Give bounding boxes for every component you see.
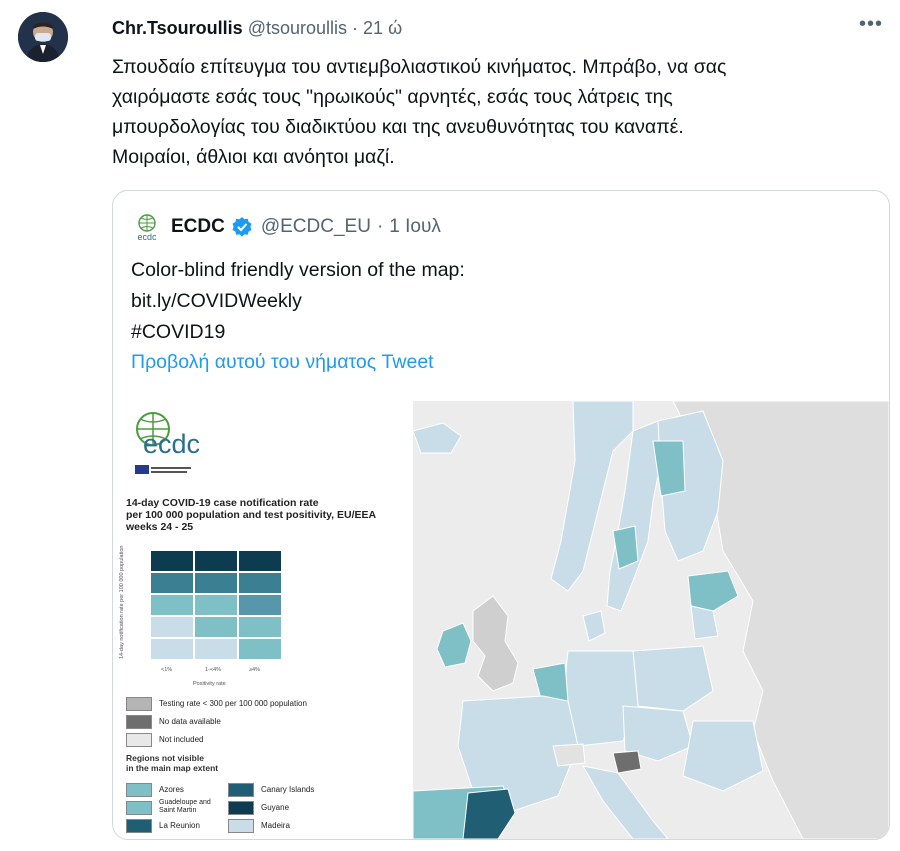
- grid-cell: [239, 617, 281, 637]
- ecdc-logo-text: ecdc: [143, 429, 201, 459]
- quoted-line: #COVID19: [131, 321, 226, 343]
- region-label: La Reunion: [159, 821, 200, 830]
- region-swatch: [126, 819, 152, 833]
- tweet-header: Chr.Tsouroullis @tsouroullis · 21 ώ: [112, 18, 402, 39]
- regions-title-line: Regions not visible: [126, 753, 204, 763]
- tweet-text: Σπουδαίο επίτευγμα του αντιεμβολιαστικού…: [112, 52, 882, 172]
- grid-cell: [239, 595, 281, 615]
- quoted-author-handle[interactable]: @ECDC_EU: [261, 216, 371, 238]
- grid-cell: [195, 551, 237, 571]
- regions-title: Regions not visible in the main map exte…: [126, 753, 218, 773]
- map-title-line: per 100 000 population and test positivi…: [126, 509, 377, 521]
- author-name[interactable]: Chr.Tsouroullis: [112, 18, 243, 38]
- map-title: 14-day COVID-19 case notification rate p…: [126, 497, 376, 533]
- quoted-tweet-header: ecdc ECDC @ECDC_EU · 1 Ιουλ: [131, 211, 441, 243]
- region-swatch: [228, 801, 254, 815]
- quoted-tweet-time[interactable]: 1 Ιουλ: [389, 216, 441, 238]
- author-avatar[interactable]: [18, 12, 68, 62]
- grid-cell: [151, 551, 193, 571]
- show-thread-link[interactable]: Προβολή αυτού του νήματος Tweet: [131, 351, 434, 374]
- map-title-line: 14-day COVID-19 case notification rate: [126, 497, 319, 509]
- grid-cell: [239, 551, 281, 571]
- regions-title-line: in the main map extent: [126, 763, 219, 773]
- svg-text:ecdc: ecdc: [137, 232, 157, 242]
- quoted-line: Color-blind friendly version of the map:: [131, 259, 465, 281]
- region-swatch: [126, 801, 152, 815]
- region-swatch: [228, 783, 254, 797]
- x-tick: <1%: [161, 667, 173, 673]
- legend-swatch: [126, 733, 152, 747]
- map-legend-panel: ecdc 14-day COVID-19 case notification r…: [113, 401, 413, 839]
- legend-swatch: [126, 715, 152, 729]
- tweet-time[interactable]: 21 ώ: [363, 18, 402, 38]
- x-tick: ≥4%: [249, 667, 260, 673]
- tweet-line: Μοιραίοι, άθλιοι και ανόητοι μαζί.: [112, 146, 395, 168]
- region-label: Guyane: [261, 803, 290, 812]
- grid-cell: [195, 573, 237, 593]
- grid-cell: [195, 617, 237, 637]
- y-axis-label: 14-day notification rate per 100 000 pop…: [119, 545, 125, 659]
- grid-cell: [239, 639, 281, 659]
- quoted-tweet[interactable]: ecdc ECDC @ECDC_EU · 1 Ιουλ Color-blind …: [112, 190, 890, 840]
- grid-cell: [151, 617, 193, 637]
- ecdc-avatar-icon[interactable]: ecdc: [131, 211, 163, 243]
- quoted-tweet-text: Color-blind friendly version of the map:…: [131, 255, 465, 348]
- header-separator: ·: [352, 18, 359, 38]
- avatar-photo: [18, 12, 68, 62]
- legend-swatch: [126, 697, 152, 711]
- region-label: Canary Islands: [261, 785, 315, 794]
- grid-cell: [151, 595, 193, 615]
- region-swatch: [126, 783, 152, 797]
- verified-badge-icon: [232, 217, 252, 237]
- region-swatch: [228, 819, 254, 833]
- attached-map-image[interactable]: ecdc 14-day COVID-19 case notification r…: [113, 401, 889, 839]
- more-options-icon[interactable]: •••: [856, 14, 886, 38]
- region-label: Madeira: [261, 821, 290, 830]
- region-label: Guadeloupe and Saint Martin: [159, 799, 211, 814]
- grid-cell: [195, 639, 237, 659]
- bivariate-color-grid: [151, 551, 281, 663]
- grid-cell: [195, 595, 237, 615]
- quoted-line: bit.ly/COVIDWeekly: [131, 290, 302, 312]
- tweet-line: μπουρδολογίας του διαδικτύου και της ανε…: [112, 116, 684, 138]
- author-handle[interactable]: @tsouroullis: [248, 18, 347, 38]
- grid-cell: [151, 573, 193, 593]
- x-tick: 1-<4%: [205, 667, 222, 673]
- quoted-separator: ·: [376, 216, 384, 237]
- quoted-author-name[interactable]: ECDC: [171, 216, 225, 238]
- legend-label: Not included: [159, 735, 204, 744]
- grid-cell: [239, 573, 281, 593]
- tweet-line: χαιρόμαστε εσάς τους "ηρωικούς" αρνητές,…: [112, 86, 673, 108]
- tweet-line: Σπουδαίο επίτευγμα του αντιεμβολιαστικού…: [112, 56, 727, 78]
- x-axis-label: Positivity rate: [193, 681, 226, 687]
- legend-label: Testing rate < 300 per 100 000 populatio…: [159, 699, 307, 708]
- region-label: Azores: [159, 785, 184, 794]
- map-title-line: weeks 24 - 25: [126, 521, 194, 533]
- grid-cell: [151, 639, 193, 659]
- legend-label: No data available: [159, 717, 221, 726]
